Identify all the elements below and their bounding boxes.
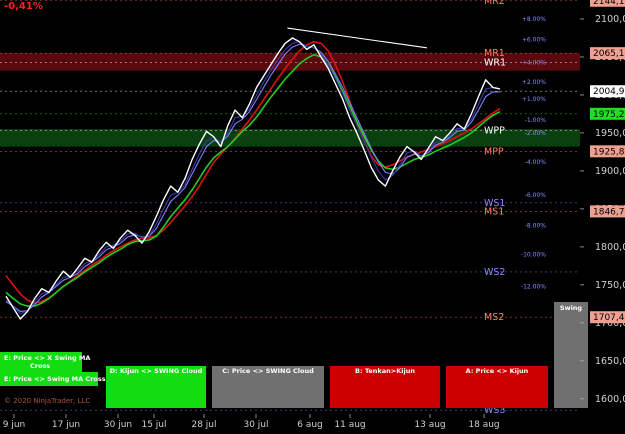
signal-panel-label-6: Swing: [560, 304, 583, 312]
value-tag-1: 2065,1: [593, 49, 625, 59]
pct-label-6: -2.00%: [525, 130, 547, 137]
x-tick-label-6: 6 aug: [297, 420, 323, 430]
x-tick-label-9: 18 aug: [468, 420, 499, 430]
level-label-5: WPP: [484, 126, 505, 137]
x-tick-label-8: 13 aug: [414, 420, 445, 430]
pct-label-1: +6.00%: [522, 37, 546, 44]
y-tick-label-7: 1750,0: [595, 280, 625, 291]
x-tick-label-1: 17 jun: [52, 420, 80, 430]
pct-label-11: -12.00%: [521, 283, 546, 290]
level-label-2: WR1: [484, 57, 506, 68]
x-tick-label-0: 9 jun: [3, 420, 26, 430]
level-label-10: MS2: [484, 312, 504, 323]
x-tick-label-2: 30 jun: [104, 420, 132, 430]
value-tag-6: 1925,8: [593, 147, 625, 157]
y-tick-label-9: 1650,0: [595, 356, 625, 367]
signal-panel-label-0-1: Cross: [30, 362, 50, 370]
y-tick-label-0: 2100,0: [595, 14, 625, 25]
chart-svg: MR2MR1WR1WPPMPPWS1MS1WS2MS2WS3 +8.00%+6.…: [0, 0, 625, 430]
level-label-0: MR2: [484, 0, 505, 7]
y-tick-label-10: 1600,0: [595, 394, 625, 405]
pct-label-9: -8.00%: [525, 223, 547, 230]
y-tick-label-6: 1800,0: [595, 242, 625, 253]
date-axis: 9 jun 17 jun 30 jun 15 jul 28 jul 30 jul 6 aug…: [3, 414, 500, 430]
level-label-9: WS2: [484, 267, 505, 278]
pct-label-8: -6.00%: [525, 192, 547, 199]
pct-label-10: -10.00%: [521, 251, 546, 258]
signal-panel-label-0-0: E: Price <> X Swing MA: [4, 354, 90, 362]
pct-label-5: -1.00%: [525, 117, 547, 124]
x-tick-label-7: 11 aug: [334, 420, 365, 430]
value-tag-4: 1975,2: [593, 110, 625, 120]
value-tag-0: 2144,1: [593, 0, 625, 7]
value-tag-10: 1707,4: [593, 313, 625, 323]
pct-label-4: +1.00%: [522, 96, 546, 103]
signal-panel-label-1: E: Price <> Swing MA Cross: [4, 375, 106, 383]
y-tick-label-4: 1900,0: [595, 166, 625, 177]
watermark: © 2020 NinjaTrader, LLC: [4, 397, 90, 405]
price-series: [5, 27, 501, 320]
x-tick-label-5: 30 jul: [243, 420, 268, 430]
pct-label-0: +8.00%: [522, 16, 546, 23]
chart-area: MR2 MR1 WR1 WPP MPP WS1 MS1 WS2 MS2 WS3 +8.00% +6.…: [0, 0, 625, 430]
x-tick-label-4: 28 jul: [191, 420, 216, 430]
y-tick-label-3: 1950,0: [595, 128, 625, 139]
pct-label-3: +2.00%: [522, 79, 546, 86]
series-line-0: [5, 37, 501, 320]
signal-panel-label-4: B: Tenkan>Kijun: [355, 367, 415, 375]
value-tag-3: 2004,9: [593, 87, 625, 97]
level-label-6: MPP: [484, 146, 504, 157]
x-tick-label-3: 15 jul: [141, 420, 166, 430]
signal-panel-label-3: C: Price <> SWING Cloud: [222, 367, 314, 375]
chart-title: -0,41%: [4, 1, 43, 12]
pct-label-7: -4.00%: [525, 159, 547, 166]
series-line-2: [5, 43, 500, 312]
value-tag-8: 1846,7: [593, 207, 625, 217]
signal-panel-label-5: A: Price <> Kijun: [466, 367, 529, 375]
signal-panel-label-2: D: Kijun <> SWING Cloud: [110, 367, 203, 375]
level-label-8: MS1: [484, 206, 504, 217]
signal-panel-6: [554, 302, 588, 408]
pct-label-2: +4.00%: [522, 59, 546, 66]
